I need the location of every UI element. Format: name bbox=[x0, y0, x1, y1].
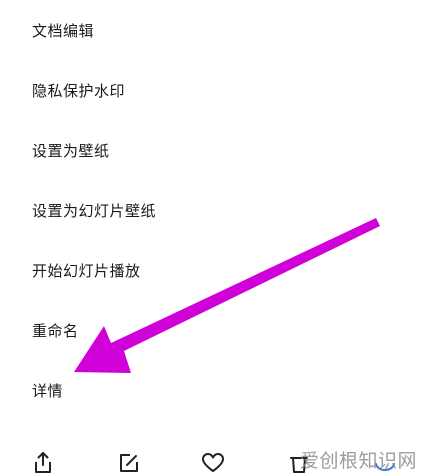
favorite-icon[interactable] bbox=[200, 450, 226, 476]
share-icon[interactable] bbox=[30, 450, 56, 476]
menu-item-privacy-watermark[interactable]: 隐私保护水印 bbox=[32, 81, 125, 101]
menu-item-details[interactable]: 详情 bbox=[32, 381, 63, 401]
menu-item-start-slideshow[interactable]: 开始幻灯片播放 bbox=[32, 261, 141, 281]
edit-icon[interactable] bbox=[116, 450, 142, 476]
menu-item-document-edit[interactable]: 文档编辑 bbox=[32, 21, 94, 41]
menu-item-set-as-slideshow-wallpaper[interactable]: 设置为幻灯片壁纸 bbox=[32, 201, 156, 221]
menu-item-rename[interactable]: 重命名 bbox=[32, 321, 79, 341]
photo-options-menu-screen: 文档编辑 隐私保护水印 设置为壁纸 设置为幻灯片壁纸 开始幻灯片播放 重命名 详… bbox=[0, 0, 424, 476]
site-watermark: 爱创根知识网 bbox=[300, 450, 418, 472]
menu-item-set-as-wallpaper[interactable]: 设置为壁纸 bbox=[32, 141, 110, 161]
annotation-arrow-icon bbox=[74, 218, 380, 373]
